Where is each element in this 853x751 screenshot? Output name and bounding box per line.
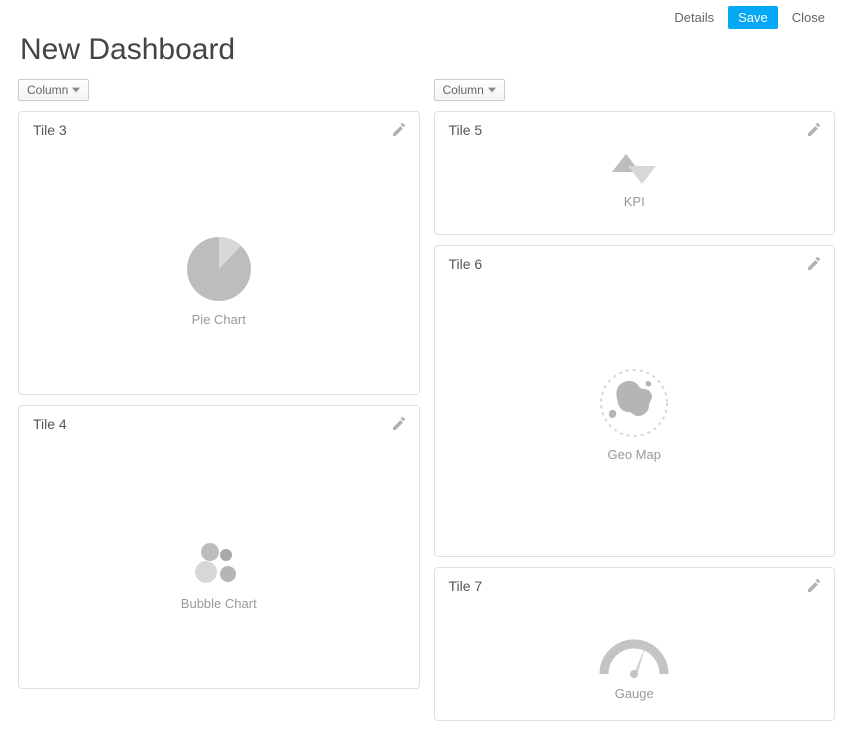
column-left-header: Column [18, 79, 420, 101]
tile-6-edit-button[interactable] [806, 256, 822, 272]
tile-7-header: Tile 7 [435, 568, 835, 600]
tile-3-chart-label: Pie Chart [192, 312, 246, 327]
tile-7-body: Gauge [435, 600, 835, 720]
tile-6-chart-label: Geo Map [608, 447, 661, 462]
gauge-icon [596, 632, 672, 678]
tile-6-body: Geo Map [435, 278, 835, 508]
tile-3-body: Pie Chart [19, 144, 419, 394]
pencil-icon [391, 416, 407, 432]
top-toolbar: Details Save Close [18, 0, 835, 29]
tile-5-body: KPI [435, 144, 835, 234]
tile-4-edit-button[interactable] [391, 416, 407, 432]
details-link[interactable]: Details [666, 6, 722, 29]
tile-7[interactable]: Tile 7 Gauge [434, 567, 836, 721]
close-link[interactable]: Close [784, 6, 833, 29]
tile-6-header: Tile 6 [435, 246, 835, 278]
tile-3-edit-button[interactable] [391, 122, 407, 138]
tile-6[interactable]: Tile 6 Geo Map [434, 245, 836, 557]
column-right-dropdown-label: Column [443, 83, 484, 97]
dashboard-columns: Column Tile 3 Pie Chart [18, 79, 835, 721]
column-left-dropdown-label: Column [27, 83, 68, 97]
tile-3-header: Tile 3 [19, 112, 419, 144]
tile-3[interactable]: Tile 3 Pie Chart [18, 111, 420, 395]
pencil-icon [806, 122, 822, 138]
tile-5-title: Tile 5 [449, 122, 483, 138]
tile-4-chart-label: Bubble Chart [181, 596, 257, 611]
tile-7-edit-button[interactable] [806, 578, 822, 594]
tile-6-title: Tile 6 [449, 256, 483, 272]
tile-5-header: Tile 5 [435, 112, 835, 144]
tile-4-header: Tile 4 [19, 406, 419, 438]
save-button[interactable]: Save [728, 6, 778, 29]
page-title: New Dashboard [20, 33, 835, 67]
column-right-header: Column [434, 79, 836, 101]
chevron-down-icon [488, 87, 496, 93]
tile-4-title: Tile 4 [33, 416, 67, 432]
chevron-down-icon [72, 87, 80, 93]
tile-5-chart-label: KPI [624, 194, 645, 209]
tile-7-chart-label: Gauge [615, 686, 654, 701]
kpi-icon [612, 152, 656, 186]
tile-4[interactable]: Tile 4 Bubble Chart [18, 405, 420, 689]
pencil-icon [806, 256, 822, 272]
geo-map-icon [598, 367, 670, 439]
column-left: Column Tile 3 Pie Chart [18, 79, 420, 721]
tile-7-title: Tile 7 [449, 578, 483, 594]
tile-3-title: Tile 3 [33, 122, 67, 138]
column-left-dropdown[interactable]: Column [18, 79, 89, 101]
tile-5-edit-button[interactable] [806, 122, 822, 138]
column-right-dropdown[interactable]: Column [434, 79, 505, 101]
pie-chart-icon [184, 234, 254, 304]
tile-4-body: Bubble Chart [19, 438, 419, 688]
column-right: Column Tile 5 KPI [434, 79, 836, 721]
pencil-icon [806, 578, 822, 594]
pencil-icon [391, 122, 407, 138]
bubble-chart-icon [190, 538, 248, 588]
tile-5[interactable]: Tile 5 KPI [434, 111, 836, 235]
